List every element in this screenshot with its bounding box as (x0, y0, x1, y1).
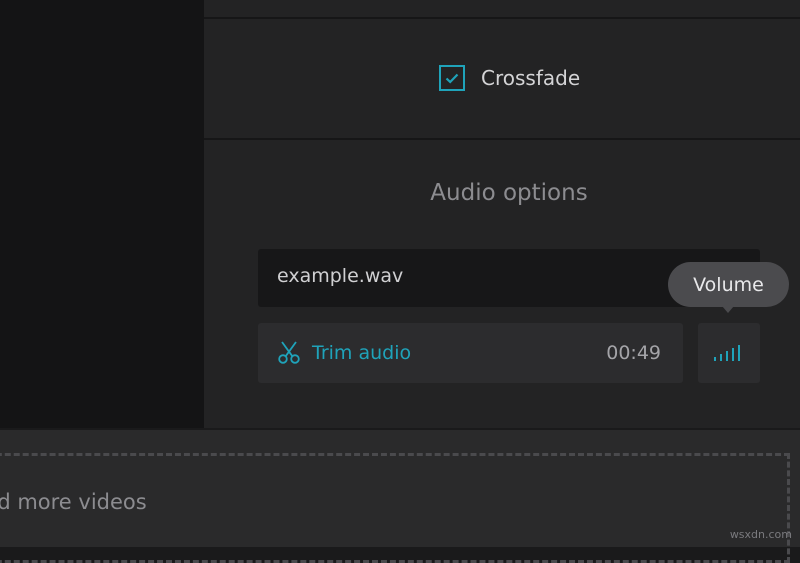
volume-button[interactable] (698, 323, 760, 383)
trim-audio-button[interactable]: Trim audio 00:49 (258, 323, 683, 383)
section-divider (204, 138, 800, 140)
crossfade-checkbox[interactable] (439, 65, 465, 91)
audio-duration: 00:49 (606, 342, 661, 364)
volume-bars-icon (714, 345, 740, 361)
add-videos-text: Add more videos (0, 490, 147, 514)
crossfade-label: Crossfade (481, 66, 581, 90)
tooltip-arrow (722, 306, 734, 313)
section-divider (204, 17, 800, 19)
audio-file-name: example.wav (277, 265, 404, 287)
checkmark-icon (445, 73, 459, 84)
volume-tooltip-text: Volume (693, 273, 764, 296)
crossfade-toggle[interactable]: Crossfade (439, 63, 580, 93)
volume-tooltip: Volume (668, 262, 789, 307)
scissors-icon (278, 341, 300, 364)
trim-audio-label: Trim audio (312, 342, 412, 364)
video-preview-panel (0, 0, 204, 428)
audio-options-title: Audio options (430, 180, 588, 206)
watermark: wsxdn.com (729, 528, 792, 541)
